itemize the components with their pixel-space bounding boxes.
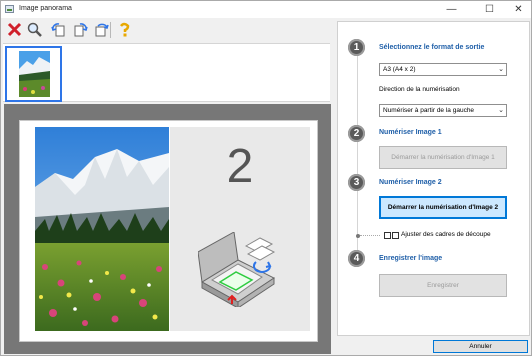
- step-3-badge: 3: [348, 174, 365, 191]
- rotate-right-icon[interactable]: [71, 21, 89, 39]
- close-icon[interactable]: ✕: [506, 1, 531, 18]
- title-bar: Image panorama — ☐ ✕: [1, 1, 531, 18]
- steps-panel: 1 Sélectionnez le format de sortie A3 (A…: [337, 21, 530, 336]
- chevron-down-icon: ⌄: [498, 107, 504, 114]
- preview-page: 2: [19, 120, 318, 342]
- help-icon[interactable]: [115, 21, 133, 39]
- app-icon: [5, 5, 14, 13]
- rotate-left-icon[interactable]: [49, 21, 67, 39]
- scan-image-1-button[interactable]: Démarrer la numérisation d'Image 1: [379, 146, 507, 169]
- toolbar: [1, 18, 331, 42]
- step-connector: [357, 54, 358, 129]
- scanned-image: [35, 127, 169, 331]
- step-1-title: Sélectionnez le format de sortie: [379, 44, 485, 51]
- minimize-icon[interactable]: —: [439, 1, 464, 18]
- next-scan-panel: 2: [170, 127, 310, 331]
- step-3-title: Numériser Image 2: [379, 179, 442, 186]
- scan-direction-label: Direction de la numérisation: [379, 86, 460, 93]
- step-2-badge: 2: [348, 125, 365, 142]
- rotate-180-icon[interactable]: [92, 21, 110, 39]
- thumbnail-photo: [19, 51, 50, 97]
- thumbnail-strip: [3, 43, 330, 102]
- scan-image-2-button[interactable]: Démarrer la numérisation d'Image 2: [379, 196, 507, 219]
- page-number-label: 2: [226, 140, 254, 193]
- zoom-icon[interactable]: [25, 21, 43, 39]
- output-format-select[interactable]: A3 (A4 x 2) ⌄: [379, 63, 507, 76]
- main-window: Image panorama — ☐ ✕ 2 1 Sélectionnez le…: [0, 0, 532, 356]
- cancel-button[interactable]: Annuler: [433, 340, 528, 353]
- step-1-badge: 1: [348, 39, 365, 56]
- option-connector: [360, 235, 380, 236]
- delete-icon[interactable]: [5, 21, 23, 39]
- output-format-value: A3 (A4 x 2): [383, 66, 416, 73]
- crop-frame-checkbox[interactable]: [392, 232, 399, 239]
- step-4-title: Enregistrer l'image: [379, 255, 443, 262]
- scanner-illustration: [198, 232, 276, 307]
- step-4-badge: 4: [348, 250, 365, 267]
- preview-area: 2: [4, 104, 331, 354]
- scan-direction-select[interactable]: Numériser à partir de la gauche ⌄: [379, 104, 507, 117]
- step-2-title: Numériser Image 1: [379, 129, 442, 136]
- step-connector: [357, 142, 358, 178]
- chevron-down-icon: ⌄: [498, 66, 504, 73]
- toolbar-separator: [110, 22, 111, 38]
- thumbnail-image-1[interactable]: [5, 46, 62, 102]
- window-title: Image panorama: [19, 5, 72, 12]
- save-button[interactable]: Enregistrer: [379, 274, 507, 297]
- scan-direction-value: Numériser à partir de la gauche: [383, 107, 475, 114]
- maximize-icon[interactable]: ☐: [477, 1, 502, 18]
- crop-frame-checkbox-indicator: [384, 232, 391, 239]
- crop-frame-label: Ajuster des cadres de découpe: [401, 231, 491, 238]
